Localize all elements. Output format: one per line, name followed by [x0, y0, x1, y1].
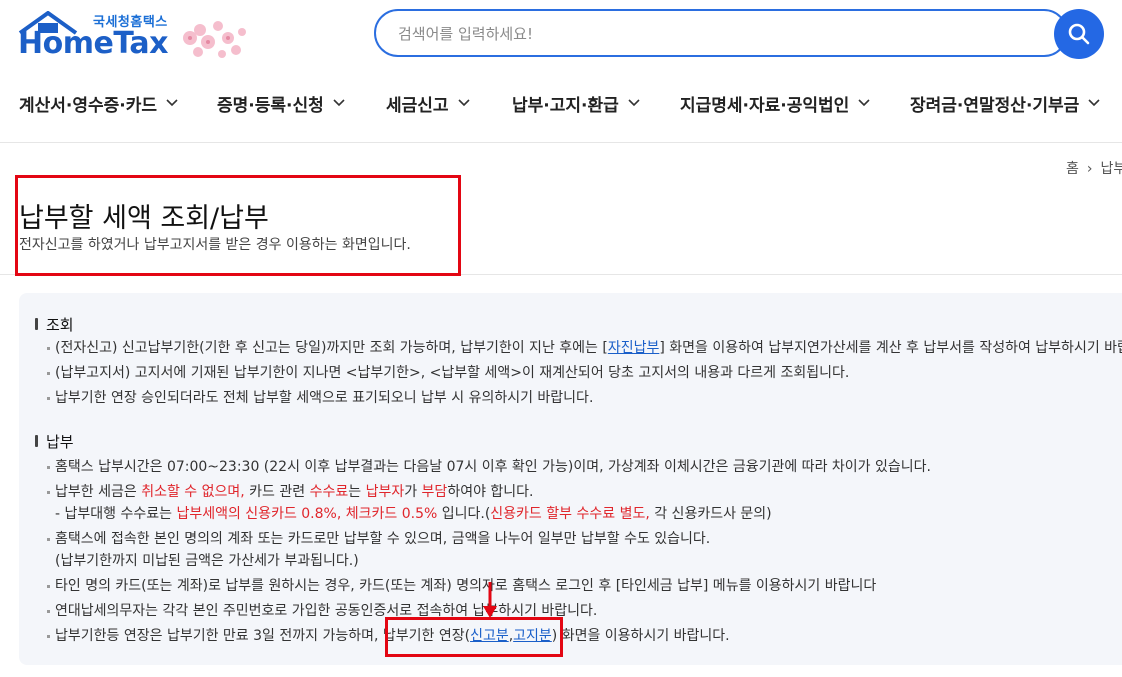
- list-item-sub: (납부기한까지 미납된 금액은 가산세가 부과됩니다.): [55, 553, 359, 569]
- breadcrumb-home[interactable]: 홈: [1066, 161, 1079, 177]
- pay-heading: 납부: [35, 430, 931, 452]
- section-title: 조회: [46, 315, 74, 334]
- nav-item-label: 장려금·연말정산·기부금: [910, 95, 1080, 116]
- self-payment-link[interactable]: 자진납부: [608, 340, 660, 356]
- list-item-sub: - 납부대행 수수료는 납부세액의 신용카드 0.8%, 체크카드 0.5% 입…: [55, 506, 772, 522]
- query-section: 조회 (전자신고) 신고납부기한(기한 후 신고는 당일)까지만 조회 가능하며…: [35, 313, 1122, 409]
- chevron-down-icon: [628, 99, 640, 107]
- nav-item-label: 세금신고: [386, 95, 449, 116]
- query-heading: 조회: [35, 313, 1122, 335]
- title-highlight-box: [15, 175, 461, 276]
- list-item: 홈택스에 접속한 본인 명의의 계좌 또는 카드로만 납부할 수 있으며, 금액…: [35, 528, 931, 550]
- red-arrow-icon: [483, 582, 497, 618]
- section-title: 납부: [46, 432, 74, 451]
- search-bar: [374, 9, 1104, 59]
- nav-item-invoice[interactable]: 계산서·영수증·카드: [19, 88, 178, 118]
- search-button[interactable]: [1054, 9, 1104, 59]
- cherry-blossom-icon: [183, 21, 246, 58]
- chevron-right-icon: ›: [1086, 161, 1093, 177]
- hometax-logo[interactable]: 국세청홈택스 HomeTax: [18, 8, 258, 66]
- list-item: (납부고지서) 고지서에 기재된 납부기한이 지나면 <납부기한>, <납부할 …: [35, 362, 1122, 384]
- chevron-down-icon: [166, 99, 178, 107]
- breadcrumb: 홈 › 납부: [1066, 158, 1122, 178]
- list-item: 납부한 세금은 취소할 수 없으며, 카드 관련 수수료는 납부자가 부담하여야…: [35, 481, 931, 503]
- search-icon: [1068, 23, 1090, 45]
- logo-title: HomeTax: [18, 26, 169, 61]
- extension-highlight-box: [385, 617, 563, 657]
- chevron-down-icon: [333, 99, 345, 107]
- notice-panel: 조회 (전자신고) 신고납부기한(기한 후 신고는 당일)까지만 조회 가능하며…: [19, 293, 1122, 665]
- list-item: (전자신고) 신고납부기한(기한 후 신고는 당일)까지만 조회 가능하며, 납…: [35, 337, 1122, 359]
- chevron-down-icon: [457, 99, 470, 107]
- nav-item-label: 납부·고지·환급: [512, 95, 619, 116]
- breadcrumb-current[interactable]: 납부: [1101, 161, 1122, 177]
- exclamation-icon: [35, 318, 38, 330]
- list-item: 납부기한 연장 승인되더라도 전체 납부할 세액으로 표기되오니 납부 시 유의…: [35, 387, 1122, 409]
- nav-item-incentive[interactable]: 장려금·연말정산·기부금: [910, 88, 1100, 118]
- chevron-down-icon: [1088, 99, 1100, 107]
- nav-item-label: 증명·등록·신청: [217, 95, 324, 116]
- nav-item-statement[interactable]: 지급명세·자료·공익법인: [680, 88, 870, 118]
- nav-item-tax-report[interactable]: 세금신고: [386, 88, 470, 118]
- list-item: 홈택스 납부시간은 07:00~23:30 (22시 이후 납부결과는 다음날 …: [35, 456, 931, 478]
- nav-item-payment[interactable]: 납부·고지·환급: [512, 88, 640, 118]
- chevron-down-icon: [858, 99, 870, 107]
- nav-item-certificate[interactable]: 증명·등록·신청: [217, 88, 345, 118]
- exclamation-icon: [35, 435, 38, 447]
- nav-item-label: 지급명세·자료·공익법인: [680, 95, 850, 116]
- nav-item-label: 계산서·영수증·카드: [19, 95, 158, 116]
- main-nav: 계산서·영수증·카드 증명·등록·신청 세금신고 납부·고지·환급 지급명세·자…: [0, 88, 1122, 118]
- search-input[interactable]: [396, 21, 1040, 47]
- search-box: [374, 9, 1068, 57]
- site-header: 국세청홈택스 HomeTax 계산서·영수증·카드: [0, 0, 1122, 143]
